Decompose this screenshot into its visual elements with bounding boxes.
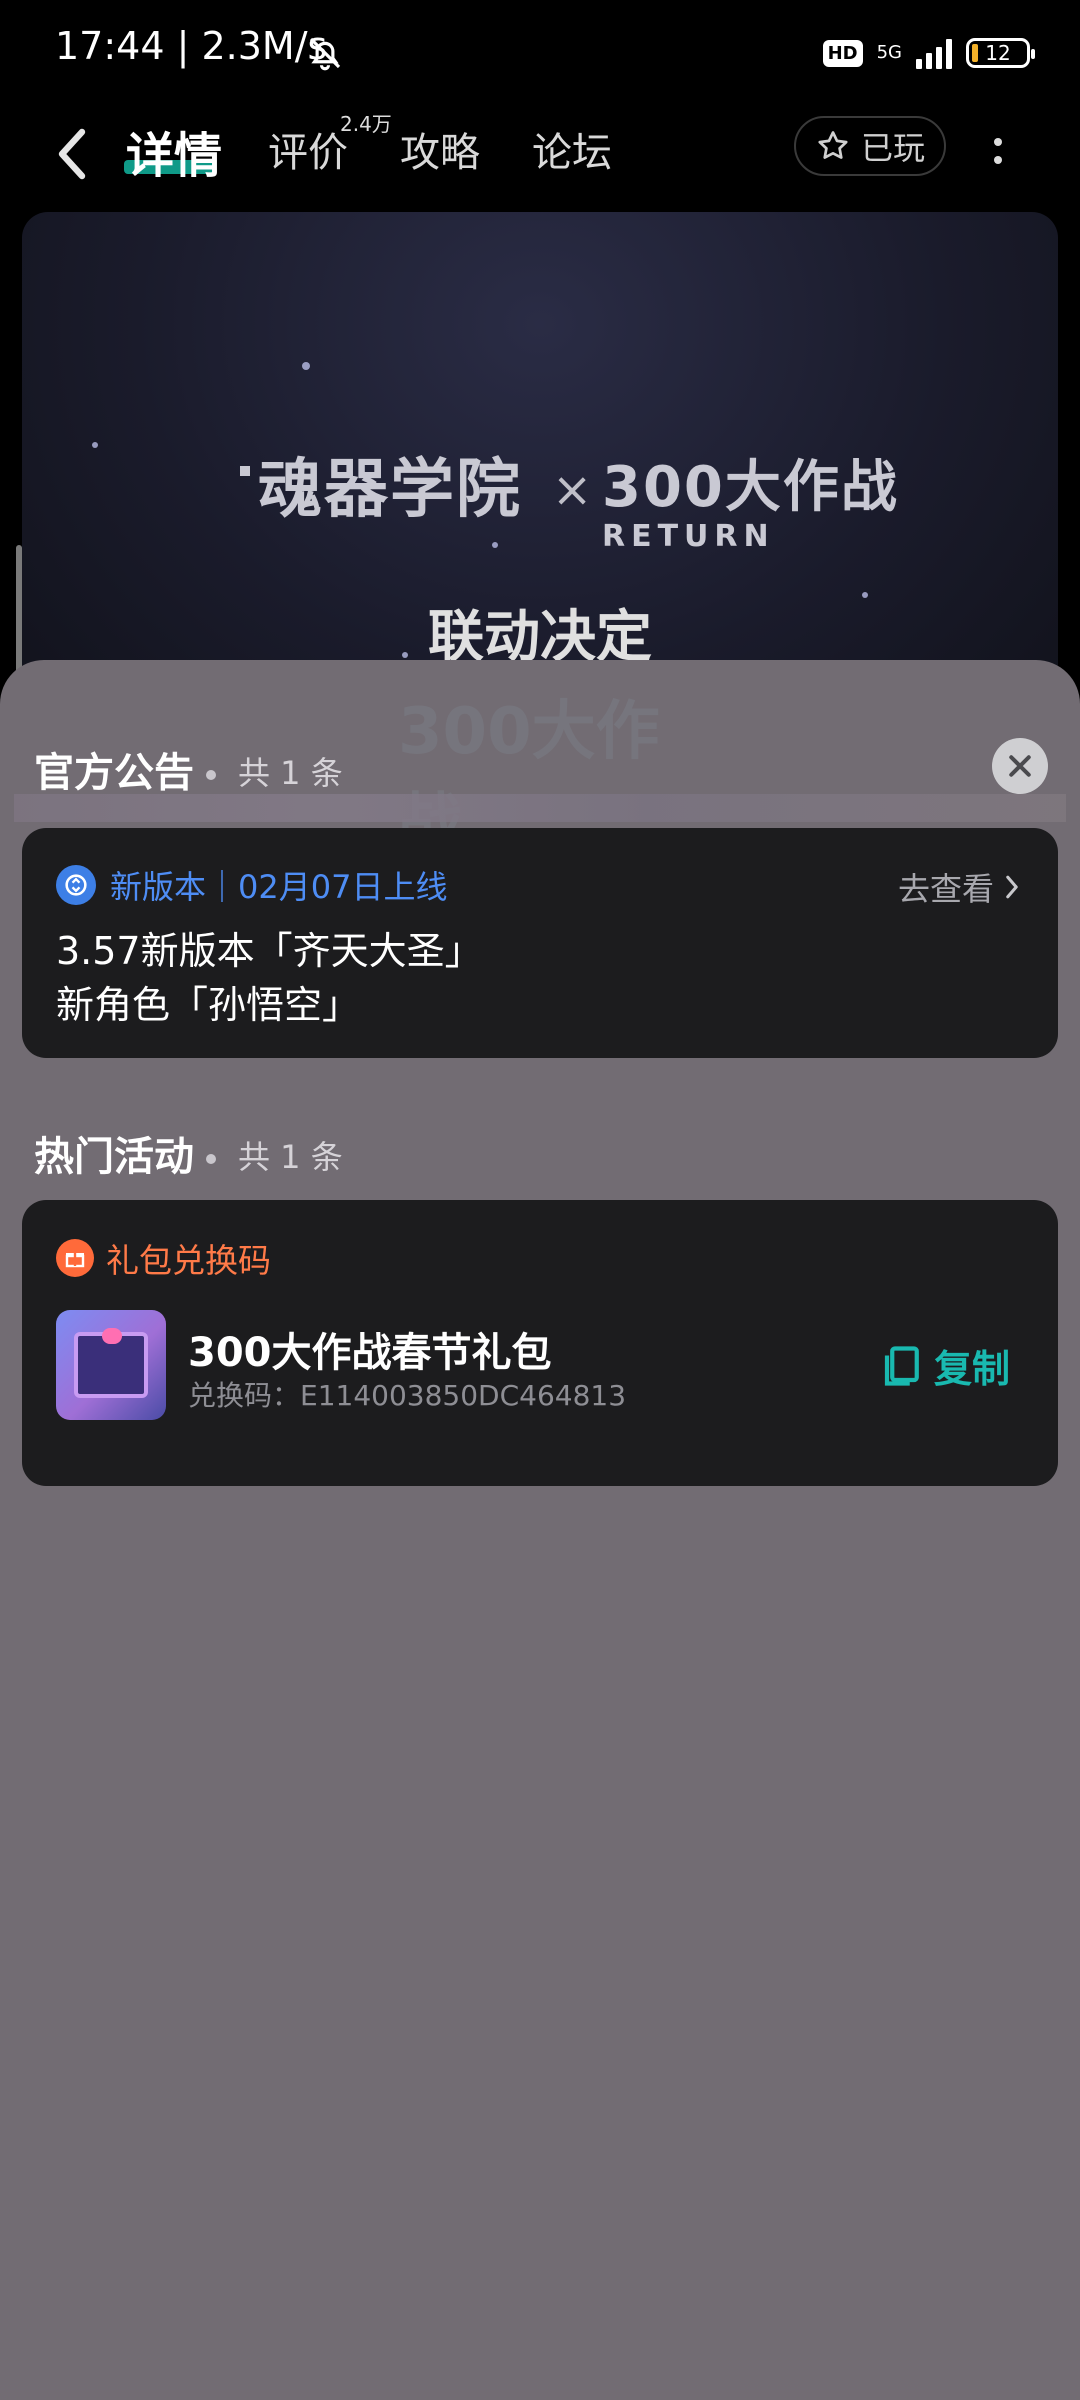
collab-cross: × xyxy=(552,462,593,518)
gift-name: 300大作战春节礼包 xyxy=(188,1330,552,1376)
copy-icon xyxy=(884,1345,919,1386)
notice-text: 3.57新版本「齐天大圣」 新角色「孙悟空」 xyxy=(56,929,483,1027)
played-button[interactable]: 已玩 xyxy=(794,116,946,176)
view-link[interactable]: 去查看 xyxy=(898,864,1022,910)
more-menu-icon[interactable] xyxy=(990,126,1006,176)
gift-thumbnail xyxy=(56,1310,166,1420)
collab-logo-left: 魂器学院 xyxy=(240,438,522,530)
battery-level: 12 xyxy=(985,41,1011,65)
tab-guides[interactable]: 攻略 xyxy=(400,120,480,178)
gift-icon xyxy=(56,1239,94,1277)
network-type: 5G xyxy=(876,42,902,63)
tab-forum[interactable]: 论坛 xyxy=(532,120,612,178)
notices-title: 官方公告 xyxy=(34,750,194,796)
hd-icon: HD xyxy=(822,39,863,67)
copy-button[interactable]: 复制 xyxy=(880,1338,1010,1393)
notice-tag: 新版本｜02月07日上线 xyxy=(56,862,447,908)
battery-icon: 12 xyxy=(966,38,1035,68)
tab-reviews[interactable]: 评价 xyxy=(268,120,348,178)
banner-strip xyxy=(14,794,1066,822)
activities-count: 共 1 条 xyxy=(206,1132,343,1178)
version-icon xyxy=(56,865,96,905)
gift-code: 兑换码：E114003850DC464813 xyxy=(188,1379,627,1412)
chevron-right-icon xyxy=(1006,875,1018,899)
gift-tag: 礼包兑换码 xyxy=(56,1234,271,1282)
notices-count: 共 1 条 xyxy=(206,748,343,794)
status-time: 17:44 | 2.3M/s xyxy=(55,24,328,68)
reviews-count-badge: 2.4万 xyxy=(340,112,392,136)
tab-details[interactable]: 详情 xyxy=(126,116,222,186)
close-button[interactable] xyxy=(992,738,1048,794)
back-arrow-icon[interactable] xyxy=(48,124,96,184)
signal-icon xyxy=(916,37,952,69)
bell-muted-icon xyxy=(309,37,341,71)
played-label: 已玩 xyxy=(860,129,925,167)
status-right: HD 5G 12 xyxy=(822,30,1035,76)
gift-card: 礼包兑换码 300大作战春节礼包 兑换码：E114003850DC464813 … xyxy=(22,1200,1058,1486)
activities-title: 热门活动 xyxy=(34,1134,194,1180)
collab-logo-right: 300大作战 RETURN xyxy=(602,455,899,554)
close-icon xyxy=(1009,755,1031,777)
status-bar: 17:44 | 2.3M/s HD 5G 12 xyxy=(0,0,1080,104)
top-nav: 详情 评价 2.4万 攻略 论坛 已玩 xyxy=(0,104,1080,208)
star-icon xyxy=(818,131,848,159)
notice-card[interactable]: 新版本｜02月07日上线 去查看 3.57新版本「齐天大圣」 新角色「孙悟空」 xyxy=(22,828,1058,1058)
